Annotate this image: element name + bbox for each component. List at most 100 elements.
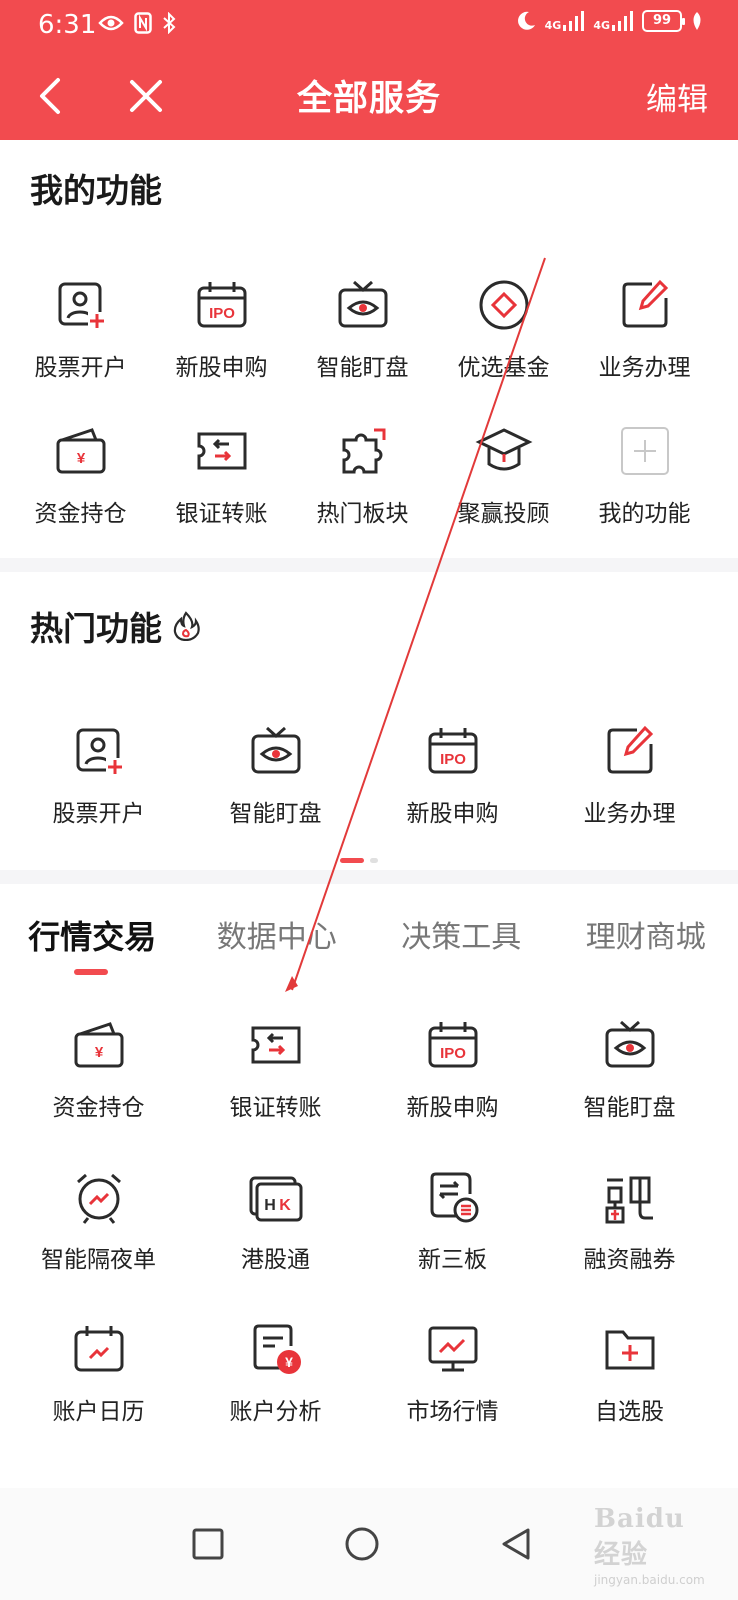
hot-item-account-open[interactable]: 股票开户	[10, 722, 187, 828]
carousel-indicator	[340, 858, 380, 863]
active-tab-indicator	[74, 969, 108, 975]
trade-item-account-calendar[interactable]: 账户日历	[10, 1320, 187, 1426]
system-navigation-bar: Baidu经验 jingyan.baidu.com	[0, 1488, 738, 1600]
function-label: 新股申购	[406, 1095, 499, 1121]
transfer-icon	[193, 422, 251, 480]
function-item-smart-watch[interactable]: 智能盯盘	[292, 276, 433, 382]
trade-item-hk-connect[interactable]: 港股通	[187, 1168, 364, 1274]
ipo-icon	[424, 1016, 482, 1074]
signal-icon	[612, 11, 633, 31]
trade-item-market-quotes[interactable]: 市场行情	[364, 1320, 541, 1426]
function-item-ipo[interactable]: 新股申购	[151, 276, 292, 382]
function-label: 融资融券	[583, 1247, 676, 1273]
function-label: 银证转账	[175, 501, 268, 527]
fund-icon	[475, 276, 533, 334]
hot-item-smart-watch[interactable]: 智能盯盘	[187, 722, 364, 828]
status-right-icons: 4G 4G 99	[515, 10, 704, 32]
ipo-icon	[424, 722, 482, 780]
hot-item-business[interactable]: 业务办理	[541, 722, 718, 828]
margin-trading-icon	[601, 1168, 659, 1226]
trade-item-overnight-order[interactable]: 智能隔夜单	[10, 1168, 187, 1274]
function-label: 聚赢投顾	[457, 501, 550, 527]
account-open-icon	[70, 722, 128, 780]
function-item-account-open[interactable]: 股票开户	[10, 276, 151, 382]
trade-functions-grid: 资金持仓 银证转账 新股申购 智能盯盘 智能隔夜单 港股通 新三板 融资融券 账…	[0, 1016, 738, 1426]
page-title: 全部服务	[296, 79, 441, 119]
alarm-clock-icon	[70, 1168, 128, 1226]
puzzle-icon	[334, 422, 392, 480]
function-item-funds-holdings[interactable]: 资金持仓	[10, 422, 151, 528]
watchlist-folder-icon	[601, 1320, 659, 1378]
moon-icon	[517, 11, 535, 30]
market-monitor-icon	[424, 1320, 482, 1378]
my-functions-grid: 股票开户 新股申购 智能盯盘 优选基金 业务办理 资金持仓 银证转账 热门板块 …	[0, 276, 738, 528]
ipo-icon	[193, 276, 251, 334]
section-title-my-functions: 我的功能	[30, 164, 162, 212]
nav-bar: 全部服务 编辑	[0, 50, 738, 140]
hk-icon	[247, 1168, 305, 1226]
tab-wealth-mall[interactable]: 理财商城	[554, 912, 738, 982]
function-label: 新股申购	[175, 355, 268, 381]
hot-functions-grid: 股票开户 智能盯盘 新股申购 业务办理	[0, 722, 738, 828]
trade-item-bank-transfer[interactable]: 银证转账	[187, 1016, 364, 1122]
edit-business-icon	[601, 722, 659, 780]
trade-item-margin-trading[interactable]: 融资融券	[541, 1168, 718, 1274]
function-label: 智能盯盘	[316, 355, 409, 381]
tab-data-center[interactable]: 数据中心	[185, 912, 370, 982]
status-bar: 6:31 4G 4G 99	[0, 0, 738, 50]
trade-item-watchlist[interactable]: 自选股	[541, 1320, 718, 1426]
function-label: 资金持仓	[52, 1095, 145, 1121]
indicator-inactive	[370, 858, 378, 863]
account-analysis-icon	[247, 1320, 305, 1378]
function-label: 优选基金	[457, 355, 550, 381]
calendar-icon	[70, 1320, 128, 1378]
function-item-fund[interactable]: 优选基金	[433, 276, 574, 382]
function-label: 智能盯盘	[583, 1095, 676, 1121]
edit-button[interactable]: 编辑	[646, 74, 708, 119]
edit-business-icon	[616, 276, 674, 334]
trade-item-ipo[interactable]: 新股申购	[364, 1016, 541, 1122]
function-label: 股票开户	[34, 355, 127, 381]
trade-item-funds-holdings[interactable]: 资金持仓	[10, 1016, 187, 1122]
indicator-active	[340, 858, 364, 863]
eye-icon	[98, 15, 124, 31]
signal-icon	[563, 11, 585, 31]
wallet-icon	[52, 422, 110, 480]
function-label: 资金持仓	[34, 501, 127, 527]
back-icon[interactable]	[496, 1524, 536, 1564]
home-icon[interactable]	[342, 1524, 382, 1564]
function-item-business[interactable]: 业务办理	[574, 276, 715, 382]
section-title-text: 我的功能	[30, 171, 162, 210]
recent-apps-icon[interactable]	[188, 1524, 228, 1564]
category-section: 行情交易 数据中心 决策工具 理财商城 资金持仓 银证转账 新股申购 智能盯盘 …	[0, 884, 738, 1488]
function-label: 账户分析	[229, 1399, 322, 1425]
hot-item-ipo[interactable]: 新股申购	[364, 722, 541, 828]
function-label: 新三板	[418, 1247, 487, 1273]
function-item-advisor[interactable]: 聚赢投顾	[433, 422, 574, 528]
function-label: 股票开户	[52, 801, 145, 827]
trade-item-account-analysis[interactable]: 账户分析	[187, 1320, 364, 1426]
signal-2: 4G	[593, 11, 634, 31]
function-item-add[interactable]: 我的功能	[574, 422, 715, 528]
transfer-icon	[247, 1016, 305, 1074]
function-item-hot-sectors[interactable]: 热门板块	[292, 422, 433, 528]
function-label: 市场行情	[406, 1399, 499, 1425]
function-label: 业务办理	[583, 801, 676, 827]
function-label: 自选股	[595, 1399, 664, 1425]
section-title-text: 热门功能	[30, 609, 162, 648]
function-label: 银证转账	[229, 1095, 322, 1121]
signal-1: 4G	[545, 11, 586, 31]
function-label: 智能隔夜单	[41, 1247, 156, 1273]
tab-decision-tools[interactable]: 决策工具	[369, 912, 554, 982]
battery-icon: 99	[642, 10, 685, 32]
function-label: 港股通	[241, 1247, 310, 1273]
function-label: 账户日历	[52, 1399, 145, 1425]
trade-item-new-third-board[interactable]: 新三板	[364, 1168, 541, 1274]
function-item-bank-transfer[interactable]: 银证转账	[151, 422, 292, 528]
flame-icon	[173, 611, 200, 641]
function-label: 新股申购	[406, 801, 499, 827]
trade-item-smart-watch[interactable]: 智能盯盘	[541, 1016, 718, 1122]
function-label: 业务办理	[598, 355, 691, 381]
section-title-hot-functions: 热门功能	[30, 602, 200, 650]
status-time: 6:31	[38, 10, 97, 40]
